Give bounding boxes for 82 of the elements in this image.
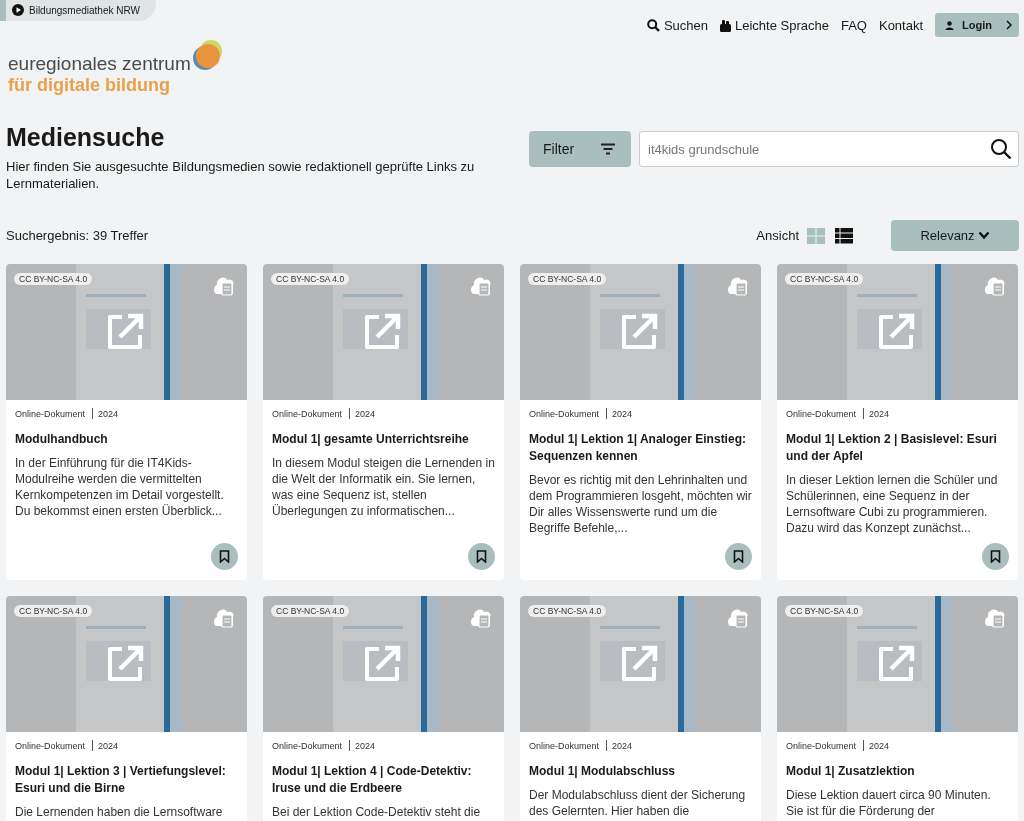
card-title[interactable]: Modul 1| Lektion 3 | Vertiefungslevel: Esuri und die Birne <box>15 763 238 797</box>
card-title[interactable]: Modul 1| Zusatzlektion <box>786 763 1009 780</box>
card-description: Bevor es richtig mit den Lehrinhalten und dem Programmieren losgeht, möchten wir Dir alles Wissenswerte rund um die Begriffe Befehle,... <box>529 472 752 536</box>
card-title[interactable]: Modul 1| gesamte Unterrichtsreihe <box>272 431 495 448</box>
view-label: Ansicht <box>756 228 799 243</box>
play-icon <box>12 4 24 16</box>
card-title[interactable]: Modul 1| Lektion 2 | Basislevel: Esuri und der Apfel <box>786 431 1009 465</box>
license-badge: CC BY-NC-SA 4.0 <box>785 605 864 617</box>
login-button[interactable]: Login <box>935 13 1019 37</box>
media-year: 2024 <box>612 408 633 419</box>
media-year: 2024 <box>869 740 890 751</box>
license-badge: CC BY-NC-SA 4.0 <box>528 605 607 617</box>
user-icon <box>945 20 955 30</box>
license-badge: CC BY-NC-SA 4.0 <box>14 273 93 285</box>
search-field[interactable]: it4kids grundschule <box>639 131 1019 167</box>
list-icon <box>835 227 853 244</box>
media-card[interactable] <box>520 264 761 580</box>
bookmark-icon <box>990 550 1001 563</box>
card-description: Diese Lektion dauert circa 90 Minuten. Sie ist für die Förderung der <box>786 787 992 819</box>
media-type: Online-Dokument <box>15 408 86 419</box>
license-badge: CC BY-NC-SA 4.0 <box>528 273 607 285</box>
bookmark-button[interactable] <box>725 543 752 570</box>
media-type: Online-Dokument <box>15 740 86 751</box>
nav-link[interactable]: Leichte Sprache <box>720 17 829 33</box>
media-card[interactable]: CC BY-NC-SA 4.0 Online-Dokument 2024 Modulhandbuch In der Einführung für die IT4Kids-Modulreihe werden die vermittelten Kernkompetenzen im Detail vorgestellt. Du bekommst einen ersten Überblick... <box>6 264 247 580</box>
media-type: Online-Dokument <box>272 740 343 751</box>
media-card[interactable] <box>777 264 1018 580</box>
bookmark-button[interactable] <box>982 543 1009 570</box>
media-year: 2024 <box>355 408 376 419</box>
page-intro: Hier finden Sie ausgesuchte Bildungsmedien sowie redaktionell geprüfte Links zu Lernmaterialien. <box>6 158 476 192</box>
media-type: Online-Dokument <box>529 408 600 419</box>
card-title[interactable]: Modul 1| Lektion 4 | Code-Detektiv: Iruse und die Erdbeere <box>272 763 495 797</box>
card-title[interactable]: Modul 1| Lektion 1| Analoger Einstieg: Sequenzen kennen <box>529 431 752 465</box>
page-title: Mediensuche <box>6 123 166 152</box>
sort-dropdown[interactable]: Relevanz <box>891 220 1019 251</box>
bookmark-icon <box>219 550 230 563</box>
bookmark-icon <box>733 550 744 563</box>
bookmark-button[interactable] <box>211 543 238 570</box>
media-card[interactable]: CC BY-NC-SA 4.0 Online-Dokument 2024 Modul 1| Lektion 3 | Vertiefungslevel: Esuri und die Birne Die Lernenden haben die Lernsoftware <box>6 596 247 821</box>
portal-tab[interactable]: Bildungsmediathek NRW <box>0 0 156 21</box>
filter-icon <box>600 143 617 155</box>
media-year: 2024 <box>98 408 119 419</box>
list-view-button[interactable] <box>833 227 855 244</box>
nav-link[interactable]: Kontakt <box>878 17 924 33</box>
card-description: Der Modulabschluss dient der Sicherung des Gelernten. Hier haben die <box>529 787 747 819</box>
media-type: Online-Dokument <box>272 408 343 419</box>
license-badge: CC BY-NC-SA 4.0 <box>785 273 864 285</box>
search-icon <box>646 18 660 32</box>
card-description: In diesem Modul steigen die Lernenden in die Welt der Informatik ein. Sie lernen, was eine Sequenz ist, stellen Überlegungen zu informatischen... <box>272 455 495 519</box>
media-card[interactable]: CC BY-NC-SA 4.0 Online-Dokument 2024 Modul 1| Modulabschluss Der Modulabschluss dient der Sicherung des Gelernten. Hier haben die <box>520 596 761 821</box>
logo-text: euregionales zentrum <box>8 53 191 75</box>
nav-link[interactable]: FAQ <box>840 17 867 33</box>
media-year: 2024 <box>612 740 633 751</box>
card-title[interactable]: Modulhandbuch <box>15 431 238 448</box>
license-badge: CC BY-NC-SA 4.0 <box>271 273 350 285</box>
bookmark-icon <box>476 550 487 563</box>
logo-text: für digitale bildung <box>8 75 171 95</box>
media-card[interactable]: CC BY-NC-SA 4.0 Online-Dokument 2024 Modul 1| Lektion 4 | Code-Detektiv: Iruse und die Erdbeere Bei der Lektion Code-Detektiv steht die <box>263 596 504 821</box>
filter-button[interactable]: Filter <box>529 131 631 167</box>
bookmark-button[interactable] <box>468 543 495 570</box>
hand-icon <box>720 18 731 32</box>
card-title[interactable]: Modul 1| Modulabschluss <box>529 763 752 780</box>
circles-logo-icon <box>190 39 225 73</box>
media-card[interactable] <box>263 264 504 580</box>
result-count: Suchergebnis: 39 Treffer <box>6 228 149 243</box>
card-description: Bei der Lektion Code-Detektiv steht die <box>272 804 482 820</box>
card-description: Die Lernenden haben die Lernsoftware <box>15 804 224 820</box>
media-year: 2024 <box>98 740 119 751</box>
license-badge: CC BY-NC-SA 4.0 <box>14 605 93 617</box>
media-year: 2024 <box>355 740 376 751</box>
media-type: Online-Dokument <box>529 740 600 751</box>
media-type: Online-Dokument <box>786 408 857 419</box>
media-year: 2024 <box>869 408 890 419</box>
card-description: In dieser Lektion lernen die Schüler und Schülerinnen, eine Sequenz in der Lernsoftware Cubi zu programmieren. Dazu wird das Konzept zunächst... <box>786 472 999 536</box>
search-icon[interactable] <box>990 138 1012 160</box>
chevron-down-icon <box>977 231 990 240</box>
card-description: In der Einführung für die IT4Kids-Modulreihe werden die vermittelten Kernkompetenzen im Detail vorgestellt. Du bekommst einen ersten Überblick... <box>15 455 225 519</box>
license-badge: CC BY-NC-SA 4.0 <box>271 605 350 617</box>
grid-icon <box>807 227 825 244</box>
nav-link[interactable]: Suchen <box>646 17 708 33</box>
media-card[interactable]: CC BY-NC-SA 4.0 Online-Dokument 2024 Modul 1| Zusatzlektion Diese Lektion dauert circa 90 Minuten. Sie ist für die Förderung der <box>777 596 1018 821</box>
media-type: Online-Dokument <box>786 740 857 751</box>
